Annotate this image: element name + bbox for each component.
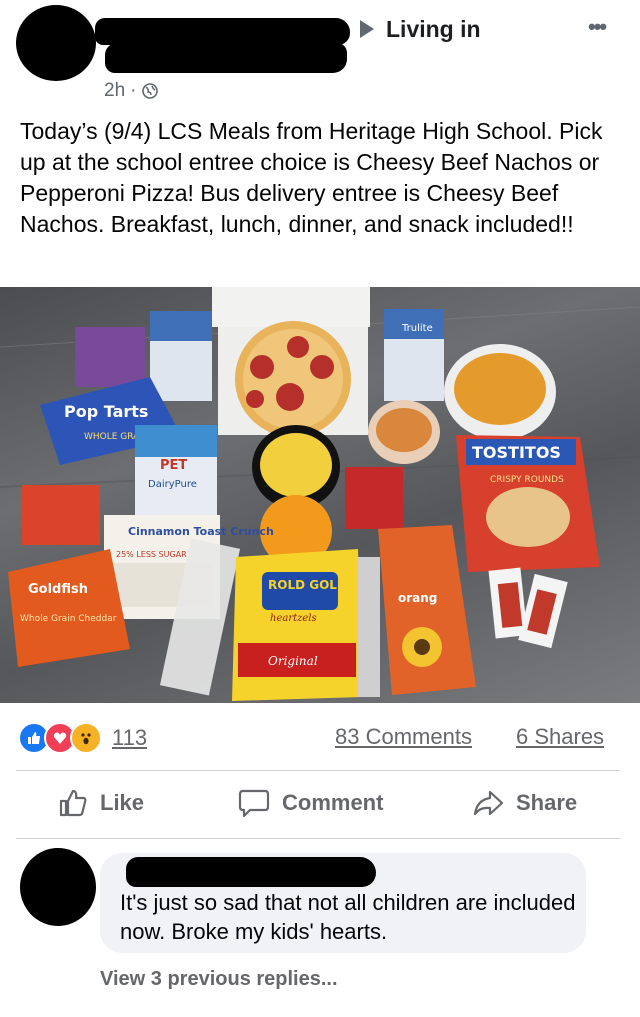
snack-box-illustration <box>22 485 100 545</box>
heartzels-label: heartzels <box>270 613 317 624</box>
view-previous-replies-link[interactable]: View 3 previous replies... <box>100 968 338 991</box>
comments-count-link[interactable]: 83 Comments <box>335 724 472 750</box>
meal-photo-illustration: Trulite Pop Tarts WHOLE GRAIN PET DairyP… <box>0 287 640 701</box>
pop-tarts-label: Pop Tarts <box>64 402 148 421</box>
meta-separator: · <box>130 80 137 101</box>
salsa-cup-illustration <box>376 408 432 452</box>
wow-reaction-icon <box>70 722 102 754</box>
post-meta: 2h · <box>104 80 159 102</box>
tostitos-label: TOSTITOS <box>472 443 561 462</box>
author-name-redaction <box>95 18 350 45</box>
string-cheese-illustration <box>358 557 380 697</box>
more-options-icon[interactable]: ••• <box>588 14 607 40</box>
globe-icon <box>142 83 159 99</box>
author-avatar-redacted[interactable] <box>16 5 96 81</box>
comment-text: It's just so sad that not all children a… <box>120 890 576 944</box>
comment-bubble-icon <box>238 789 270 818</box>
commenter-avatar-redacted[interactable] <box>20 848 96 926</box>
corn-bowl-illustration <box>260 433 332 497</box>
arrow-right-icon <box>360 20 374 38</box>
orange-label: orang <box>398 591 437 605</box>
cinnamon-label: Cinnamon Toast Crunch <box>128 525 274 538</box>
thumbs-up-icon <box>59 789 87 817</box>
pizza-box-illustration <box>212 287 370 437</box>
dairy-label: DairyPure <box>148 479 197 490</box>
pet-milk-illustration: PET DairyPure <box>135 425 217 517</box>
pet-label: PET <box>160 458 187 473</box>
trulite-label: Trulite <box>401 323 433 334</box>
goldfish-sub: Whole Grain Cheddar <box>20 614 117 624</box>
commenter-name-redaction <box>126 857 376 887</box>
divider <box>16 770 620 771</box>
reaction-count[interactable]: 113 <box>112 725 147 751</box>
divider <box>16 838 620 839</box>
juice-box-illustration <box>75 327 145 387</box>
soup-cup-illustration <box>454 353 546 425</box>
less-sugar-label: 25% LESS SUGAR <box>116 550 187 559</box>
comment-button[interactable]: Comment <box>238 788 383 818</box>
goldfish-bag-illustration: Goldfish Whole Grain Cheddar <box>8 549 130 667</box>
share-label: Share <box>516 790 578 815</box>
reactions-summary[interactable]: 113 <box>18 722 147 754</box>
like-button[interactable]: Like <box>58 788 144 818</box>
post-text: Today’s (9/4) LCS Meals from Heritage Hi… <box>20 118 603 237</box>
share-button[interactable]: Share <box>472 788 577 818</box>
comment-label: Comment <box>282 790 384 815</box>
location-text[interactable]: Living in <box>386 16 481 43</box>
fruit-snack-bag-illustration: orang <box>378 525 476 695</box>
author-name-redaction-2 <box>105 43 347 73</box>
post-time[interactable]: 2h <box>104 80 125 102</box>
original-label: Original <box>268 654 318 668</box>
rold-gold-bag-illustration: ROLD GOLD heartzels Original <box>232 549 362 701</box>
share-arrow-icon <box>473 790 504 816</box>
shares-count-link[interactable]: 6 Shares <box>516 724 604 750</box>
goldfish-label: Goldfish <box>28 582 88 597</box>
rold-gold-label: ROLD GOLD <box>268 578 347 592</box>
like-label: Like <box>100 790 145 815</box>
tostitos-bag-illustration: TOSTITOS CRISPY ROUNDS <box>456 435 600 572</box>
crispy-label: CRISPY ROUNDS <box>490 475 564 485</box>
post-photo[interactable]: Trulite Pop Tarts WHOLE GRAIN PET DairyP… <box>0 287 640 703</box>
red-juice-box-illustration <box>345 467 403 529</box>
